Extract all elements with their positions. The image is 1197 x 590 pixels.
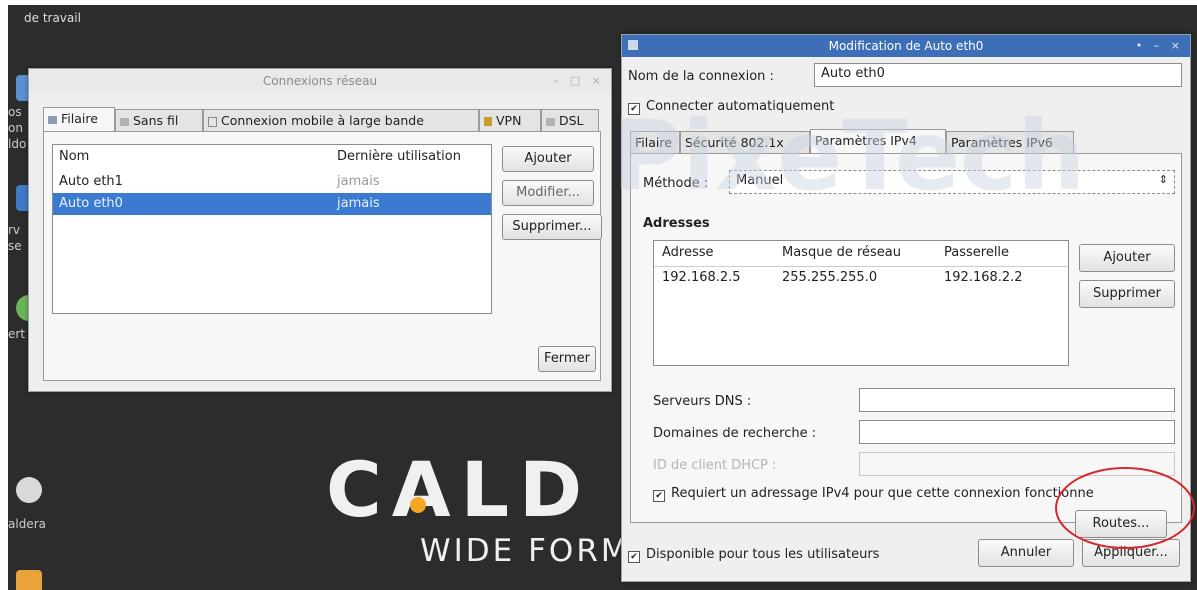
tab-label: Connexion mobile à large bande xyxy=(221,113,424,128)
wired-icon xyxy=(48,115,57,124)
desktop-label: de travail xyxy=(24,11,81,25)
brand-name: CALD xyxy=(326,445,593,534)
tab-label: DSL xyxy=(559,113,584,128)
require-ipv4-label: Requiert un adressage IPv4 pour que cett… xyxy=(671,486,1094,501)
ipv4-panel: Méthode : Manuel ⇕ Adresses Adresse Masq… xyxy=(630,153,1182,538)
tab-label: Sans fil xyxy=(133,113,179,128)
connection-name-label: Nom de la connexion : xyxy=(628,69,774,84)
connection-last-used: jamais xyxy=(337,196,380,211)
cancel-button[interactable]: Annuler xyxy=(978,539,1074,567)
window-title: Modification de Auto eth0 xyxy=(828,39,984,53)
connection-name: Auto eth0 xyxy=(59,196,123,211)
add-button[interactable]: Ajouter xyxy=(502,146,594,172)
method-value: Manuel xyxy=(736,173,784,188)
auto-connect-label: Connecter automatiquement xyxy=(646,99,835,114)
desktop-icon-label: on xyxy=(8,121,23,135)
edit-button[interactable]: Modifier... xyxy=(502,180,594,206)
delete-address-button[interactable]: Supprimer xyxy=(1079,280,1175,308)
dns-servers-label: Serveurs DNS : xyxy=(653,394,752,409)
desktop-icon-label: aldera xyxy=(8,517,46,531)
chevron-updown-icon: ⇕ xyxy=(1158,173,1168,186)
wired-panel: Nom Dernière utilisation Auto eth1 jamai… xyxy=(43,131,602,381)
checkbox-icon: ✔ xyxy=(628,551,640,563)
all-users-checkbox[interactable]: ✔ Disponible pour tous les utilisateurs xyxy=(628,547,879,563)
tab-security-8021x[interactable]: Sécurité 802.1x xyxy=(680,131,810,153)
close-button[interactable]: Fermer xyxy=(538,346,596,372)
search-domains-label: Domaines de recherche : xyxy=(653,426,817,441)
tab-filaire[interactable]: Filaire xyxy=(630,131,680,153)
window-controls[interactable]: – □ × xyxy=(553,69,605,93)
auto-connect-checkbox[interactable]: ✔ Connecter automatiquement xyxy=(628,99,834,115)
brand-subtitle: WIDE FORM xyxy=(420,533,631,569)
lock-icon xyxy=(484,117,492,126)
antenna-icon xyxy=(208,116,217,127)
column-header-gateway[interactable]: Passerelle xyxy=(944,245,1009,260)
tab-label: Filaire xyxy=(61,111,98,126)
method-label: Méthode : xyxy=(643,176,709,191)
all-users-label: Disponible pour tous les utilisateurs xyxy=(646,547,880,562)
caldera-logo: CALD WIDE FORM xyxy=(326,445,646,590)
tab-ipv4-settings[interactable]: Paramètres IPv4 xyxy=(810,129,946,153)
require-ipv4-checkbox[interactable]: ✔ Requiert un adressage IPv4 pour que cet… xyxy=(653,486,1094,502)
column-header-last-used[interactable]: Dernière utilisation xyxy=(337,149,461,164)
desktop-icon-label: os xyxy=(8,105,22,119)
column-header-address[interactable]: Adresse xyxy=(662,245,714,260)
routes-button[interactable]: Routes... xyxy=(1075,510,1167,538)
brand-dot xyxy=(410,497,426,513)
tab-vpn[interactable]: VPN xyxy=(479,109,541,131)
caldera-app-icon[interactable] xyxy=(16,477,42,503)
desktop-icon-label: se xyxy=(8,239,22,253)
tab-dsl[interactable]: DSL xyxy=(541,109,599,131)
tab-mobile-broadband[interactable]: Connexion mobile à large bande xyxy=(203,109,479,131)
table-row[interactable]: Auto eth1 jamais xyxy=(53,171,491,193)
addresses-heading: Adresses xyxy=(643,216,710,231)
checkbox-icon: ✔ xyxy=(653,490,665,502)
delete-button[interactable]: Supprimer... xyxy=(502,214,602,240)
apply-button[interactable]: Appliquer... xyxy=(1082,539,1180,567)
column-header-name[interactable]: Nom xyxy=(59,149,89,164)
network-connections-window: Connexions réseau – □ × Filaire Sans fil… xyxy=(28,68,612,392)
netmask-cell: 255.255.255.0 xyxy=(782,270,878,285)
dsl-icon xyxy=(546,117,555,126)
connections-list[interactable]: Nom Dernière utilisation Auto eth1 jamai… xyxy=(52,144,492,314)
window-title: Connexions réseau xyxy=(262,74,378,88)
dhcp-client-id-field xyxy=(859,452,1175,476)
desktop-icon-label: rv xyxy=(8,223,21,237)
connection-name-field[interactable]: Auto eth0 xyxy=(814,63,1182,87)
tab-sans-fil[interactable]: Sans fil xyxy=(115,109,203,131)
table-row[interactable]: Auto eth0 jamais xyxy=(53,193,491,215)
dns-servers-field[interactable] xyxy=(859,388,1175,412)
tab-ipv6-settings[interactable]: Paramètres IPv6 xyxy=(946,131,1074,153)
search-domains-field[interactable] xyxy=(859,420,1175,444)
checkbox-icon: ✔ xyxy=(628,103,640,115)
method-select[interactable]: Manuel ⇕ xyxy=(729,170,1175,194)
edit-connection-window: Modification de Auto eth0 • – × Nom de l… xyxy=(621,34,1191,582)
desktop-icon-label: ldo xyxy=(8,137,27,151)
column-header-netmask[interactable]: Masque de réseau xyxy=(782,245,901,260)
window-titlebar[interactable]: Connexions réseau – □ × xyxy=(29,69,611,93)
folder-icon[interactable] xyxy=(16,570,42,590)
connection-last-used: jamais xyxy=(337,174,380,189)
window-controls[interactable]: • – × xyxy=(1136,35,1184,57)
desktop-icon-label: ert xyxy=(8,327,26,341)
window-titlebar[interactable]: Modification de Auto eth0 • – × xyxy=(622,35,1190,57)
connection-name: Auto eth1 xyxy=(59,174,123,189)
wireless-icon xyxy=(120,117,129,126)
address-cell: 192.168.2.5 xyxy=(662,270,741,285)
tab-filaire[interactable]: Filaire xyxy=(43,107,115,131)
add-address-button[interactable]: Ajouter xyxy=(1079,244,1175,272)
table-row[interactable]: 192.168.2.5 255.255.255.0 192.168.2.2 xyxy=(654,267,1068,289)
tab-label: VPN xyxy=(496,113,522,128)
window-menu-icon[interactable] xyxy=(628,40,638,50)
dhcp-client-id-label: ID de client DHCP : xyxy=(653,458,777,473)
gateway-cell: 192.168.2.2 xyxy=(944,270,1023,285)
addresses-table[interactable]: Adresse Masque de réseau Passerelle 192.… xyxy=(653,240,1069,366)
